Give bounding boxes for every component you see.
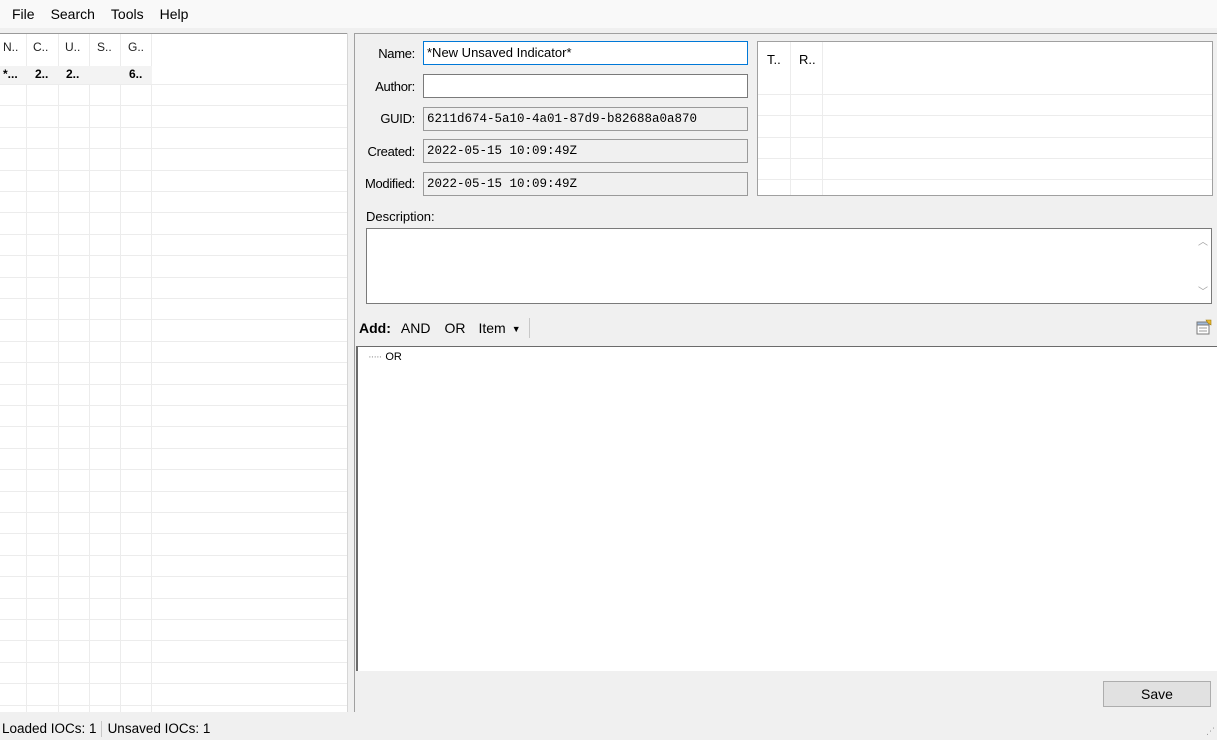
- grid-column-line: [0, 34, 27, 712]
- grid-row-line: [0, 127, 347, 128]
- author-label: Author:: [375, 79, 415, 94]
- loaded-iocs-status: Loaded IOCs: 1: [2, 721, 97, 736]
- name-field[interactable]: *New Unsaved Indicator*: [423, 41, 748, 65]
- grid-row-line: [758, 137, 1212, 138]
- grid-row-line: [0, 319, 347, 320]
- add-item-label: Item: [478, 320, 506, 336]
- grid-row-line: [0, 705, 347, 706]
- grid-row-line: [758, 158, 1212, 159]
- grid-row-line: [758, 179, 1212, 180]
- author-field[interactable]: [423, 74, 748, 98]
- grid-row-line: [0, 469, 347, 470]
- grid-row-line: [758, 115, 1212, 116]
- grid-row-line: [0, 640, 347, 641]
- tree-node-label: OR: [385, 351, 402, 363]
- created-field[interactable]: 2022-05-15 10:09:49Z: [423, 139, 748, 163]
- grid-column-line: [59, 34, 90, 712]
- grid-row-line: [0, 576, 347, 577]
- created-label: Created:: [367, 144, 416, 159]
- ioc-list[interactable]: N.. C.. U.. S.. G.. *... 2.. 2.. 6..: [0, 33, 347, 712]
- description-label: Description:: [366, 209, 435, 224]
- indicator-editor: Name: *New Unsaved Indicator* Author: GU…: [354, 33, 1217, 712]
- menu-file[interactable]: File: [4, 1, 43, 27]
- column-header-guid[interactable]: G..: [128, 40, 144, 54]
- scroll-up-icon[interactable]: ︿: [1198, 233, 1208, 248]
- guid-label: GUID:: [380, 111, 415, 126]
- grid-row-line: [0, 170, 347, 171]
- chevron-down-icon: ▼: [511, 324, 521, 335]
- column-header-created[interactable]: C..: [33, 40, 48, 54]
- grid-row-line: [0, 533, 347, 534]
- column-header-name[interactable]: N..: [3, 40, 18, 54]
- grid-row-line: [758, 94, 1212, 95]
- save-button[interactable]: Save: [1103, 681, 1211, 707]
- toolbar-separator: [528, 318, 530, 338]
- grid-row-line: [0, 512, 347, 513]
- grid-row-line: [0, 212, 347, 213]
- grid-row-line: [0, 191, 347, 192]
- column-header-updated[interactable]: U..: [65, 40, 80, 54]
- list-item-created: 2..: [35, 67, 49, 81]
- column-header-r[interactable]: R..: [799, 52, 816, 67]
- grid-row-line: [0, 84, 347, 85]
- column-header-s[interactable]: S..: [97, 40, 112, 54]
- grid-row-line: [0, 405, 347, 406]
- list-item-updated: 2..: [66, 67, 80, 81]
- modified-label: Modified:: [364, 176, 415, 191]
- grid-row-line: [0, 105, 347, 106]
- grid-row-line: [0, 255, 347, 256]
- grid-row-line: [0, 298, 347, 299]
- list-item-name: *...: [3, 67, 18, 81]
- grid-row-line: [0, 448, 347, 449]
- add-label: Add:: [359, 320, 391, 336]
- add-toolbar: Add: AND OR Item ▼: [355, 313, 1217, 343]
- status-bar: Loaded IOCs: 1 Unsaved IOCs: 1 ⋰: [0, 717, 1217, 740]
- scroll-down-icon[interactable]: ﹀: [1198, 283, 1208, 298]
- indicator-tree[interactable]: ····· OR: [356, 346, 1217, 671]
- grid-row-line: [0, 426, 347, 427]
- properties-icon[interactable]: [1196, 319, 1212, 335]
- grid-row-line: [0, 619, 347, 620]
- grid-row-line: [0, 555, 347, 556]
- add-and-button[interactable]: AND: [401, 320, 431, 336]
- list-header: N.. C.. U.. S.. G..: [0, 34, 347, 58]
- grid-row-line: [0, 148, 347, 149]
- menu-bar: File Search Tools Help: [0, 0, 1217, 28]
- unsaved-iocs-status: Unsaved IOCs: 1: [107, 721, 211, 736]
- grid-row-line: [0, 683, 347, 684]
- grid-column-line: [121, 34, 152, 712]
- resize-grip-icon[interactable]: ⋰: [1206, 726, 1215, 737]
- grid-row-line: [0, 491, 347, 492]
- name-label: Name:: [378, 46, 415, 61]
- grid-row-line: [0, 598, 347, 599]
- description-scrollbar[interactable]: ︿ ﹀: [1195, 229, 1212, 303]
- add-item-dropdown[interactable]: Item ▼: [478, 320, 520, 336]
- menu-tools[interactable]: Tools: [103, 1, 152, 27]
- tree-connector: ·····: [368, 351, 382, 363]
- menu-search[interactable]: Search: [43, 1, 103, 27]
- list-item-guid: 6..: [129, 67, 143, 81]
- panel-splitter[interactable]: [347, 33, 354, 712]
- add-or-button[interactable]: OR: [444, 320, 465, 336]
- parameters-list[interactable]: T.. R..: [757, 41, 1213, 196]
- guid-field[interactable]: 6211d674-5a10-4a01-87d9-b82688a0a870: [423, 107, 748, 131]
- menu-help[interactable]: Help: [152, 1, 197, 27]
- grid-row-line: [0, 234, 347, 235]
- grid-column-line: [90, 34, 121, 712]
- column-header-type[interactable]: T..: [767, 52, 781, 67]
- grid-row-line: [0, 384, 347, 385]
- grid-column-line: [27, 34, 59, 712]
- grid-row-line: [0, 662, 347, 663]
- grid-row-line: [0, 362, 347, 363]
- modified-field[interactable]: 2022-05-15 10:09:49Z: [423, 172, 748, 196]
- grid-row-line: [0, 341, 347, 342]
- grid-row-line: [0, 277, 347, 278]
- description-textarea[interactable]: [366, 228, 1212, 304]
- tree-node-or[interactable]: ····· OR: [368, 351, 402, 363]
